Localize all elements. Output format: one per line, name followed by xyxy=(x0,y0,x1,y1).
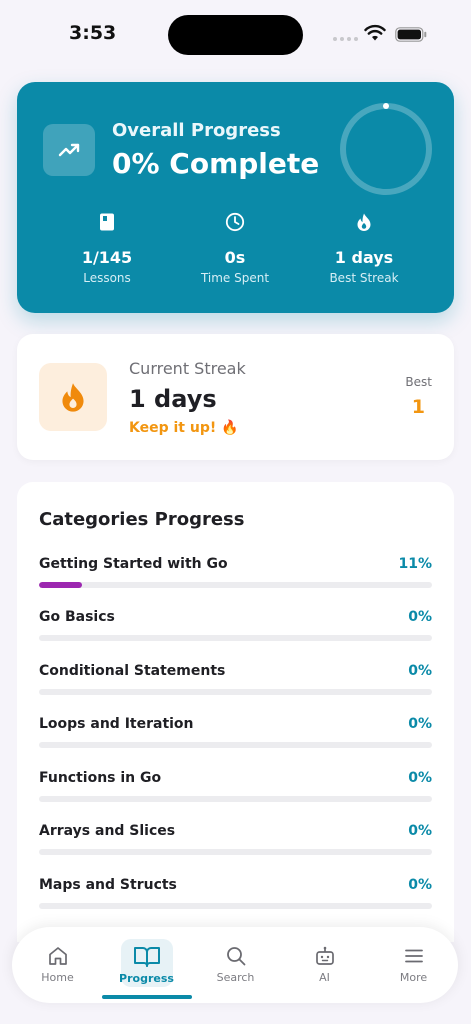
category-item[interactable]: Loops and Iteration 0% xyxy=(39,716,432,756)
nav-label: Home xyxy=(41,971,74,984)
status-time: 3:53 xyxy=(69,22,117,44)
stat-lessons: 1/145 Lessons xyxy=(37,210,177,285)
categories-title: Categories Progress xyxy=(39,509,245,530)
nav-label: More xyxy=(399,971,428,984)
category-name: Getting Started with Go xyxy=(39,556,228,572)
categories-progress-card: Categories Progress Getting Started with… xyxy=(17,482,454,942)
current-streak-card: Current Streak 1 days Keep it up! 🔥 Best… xyxy=(17,334,454,460)
trending-up-icon xyxy=(43,124,95,176)
category-percent: 0% xyxy=(408,609,432,625)
flame-icon xyxy=(294,210,434,234)
category-progress-bar xyxy=(39,796,432,802)
current-streak-value: 1 days xyxy=(129,385,217,413)
home-icon xyxy=(13,945,102,969)
stat-time-spent: 0s Time Spent xyxy=(165,210,305,285)
category-item[interactable]: Functions in Go 0% xyxy=(39,770,432,810)
overall-progress-card: Overall Progress 0% Complete 1/145 Lesso… xyxy=(17,82,454,313)
category-percent: 0% xyxy=(408,663,432,679)
category-progress-bar xyxy=(39,689,432,695)
progress-ring xyxy=(340,103,432,195)
category-percent: 0% xyxy=(408,823,432,839)
nav-active-indicator xyxy=(102,995,192,999)
category-item[interactable]: Arrays and Slices 0% xyxy=(39,823,432,863)
status-bar: 3:53 xyxy=(0,0,471,66)
clock-icon xyxy=(165,210,305,234)
nav-item-home[interactable]: Home xyxy=(13,927,102,1003)
category-progress-bar xyxy=(39,849,432,855)
best-streak-value: 1 xyxy=(411,396,425,418)
book-open-icon xyxy=(102,945,191,969)
nav-item-progress[interactable]: Progress xyxy=(102,927,191,1003)
stat-value: 1/145 xyxy=(81,248,133,267)
category-name: Functions in Go xyxy=(39,770,162,786)
nav-item-ai[interactable]: AI xyxy=(280,927,369,1003)
nav-label: AI xyxy=(319,971,330,984)
category-item[interactable]: Getting Started with Go 11% xyxy=(39,556,432,596)
category-percent: 0% xyxy=(408,877,432,893)
flame-icon xyxy=(39,363,107,431)
best-streak-label: Best xyxy=(405,375,432,389)
stat-label: Lessons xyxy=(83,271,131,285)
menu-icon xyxy=(369,945,458,969)
category-item[interactable]: Conditional Statements 0% xyxy=(39,663,432,703)
battery-icon xyxy=(395,27,427,42)
category-name: Loops and Iteration xyxy=(39,716,194,732)
category-progress-bar xyxy=(39,582,432,588)
overall-progress-label: Overall Progress xyxy=(112,120,281,141)
stat-label: Best Streak xyxy=(329,271,399,285)
stat-label: Time Spent xyxy=(200,271,270,285)
category-progress-bar xyxy=(39,742,432,748)
streak-message: Keep it up! 🔥 xyxy=(129,420,239,436)
search-icon xyxy=(191,945,280,969)
category-progress-bar xyxy=(39,635,432,641)
stat-best-streak: 1 days Best Streak xyxy=(294,210,434,285)
bottom-nav: Home Progress Search AI More xyxy=(12,927,458,1003)
category-percent: 0% xyxy=(408,716,432,732)
category-progress-bar xyxy=(39,903,432,909)
wifi-icon xyxy=(364,24,386,41)
dynamic-island xyxy=(168,15,303,55)
nav-label: Search xyxy=(216,971,255,984)
nav-item-more[interactable]: More xyxy=(369,927,458,1003)
category-name: Maps and Structs xyxy=(39,877,177,893)
stat-value: 0s xyxy=(224,248,246,267)
category-percent: 11% xyxy=(398,556,432,572)
category-item[interactable]: Maps and Structs 0% xyxy=(39,877,432,917)
category-name: Arrays and Slices xyxy=(39,823,176,839)
overall-progress-value: 0% Complete xyxy=(112,147,320,180)
robot-icon xyxy=(280,945,369,969)
nav-label: Progress xyxy=(119,972,174,985)
category-name: Conditional Statements xyxy=(39,663,226,679)
nav-item-search[interactable]: Search xyxy=(191,927,280,1003)
stat-value: 1 days xyxy=(334,248,394,267)
book-icon xyxy=(37,210,177,234)
category-item[interactable]: Go Basics 0% xyxy=(39,609,432,649)
cellular-signal-icon xyxy=(333,37,358,41)
category-name: Go Basics xyxy=(39,609,115,625)
current-streak-label: Current Streak xyxy=(129,359,246,378)
category-percent: 0% xyxy=(408,770,432,786)
